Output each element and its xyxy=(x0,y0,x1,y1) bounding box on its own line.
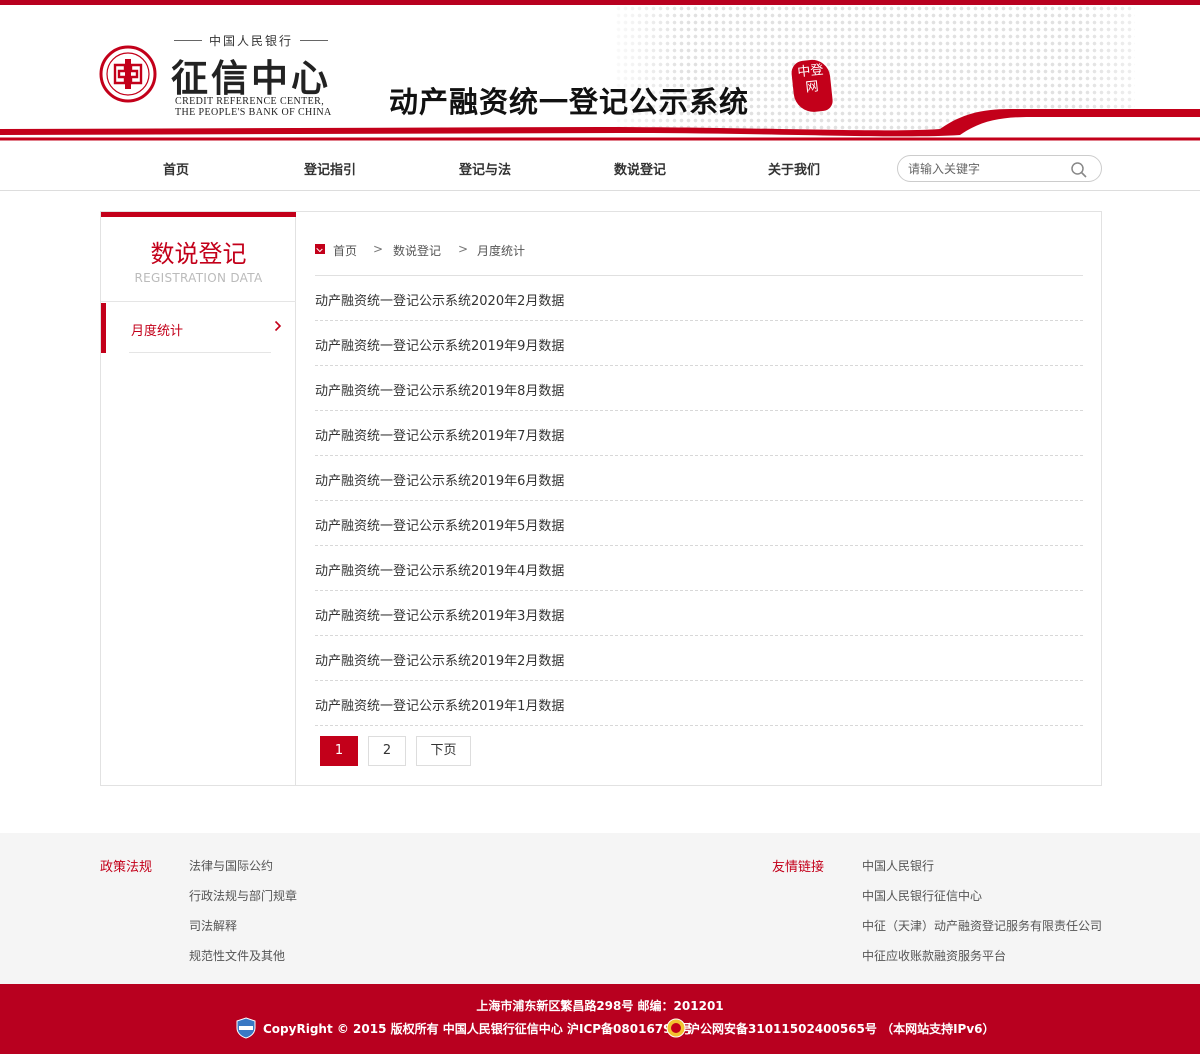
sidebar-title: 数说登记 xyxy=(150,240,247,268)
nav-data[interactable]: 数说登记 xyxy=(614,159,666,178)
sidebar: 数说登记 REGISTRATION DATA 月度统计 xyxy=(101,212,296,785)
footer-policy-link[interactable]: 司法解释 xyxy=(189,917,237,934)
list-item: 动产融资统一登记公示系统2019年8月数据 xyxy=(315,366,1083,411)
site-header: 中国人民银行 征信中心 CREDIT REFERENCE CENTER, THE… xyxy=(0,5,1200,145)
pbc-logo-icon[interactable] xyxy=(99,45,157,103)
list-item-link[interactable]: 动产融资统一登记公示系统2019年5月数据 xyxy=(315,515,564,534)
sidebar-item-label: 月度统计 xyxy=(131,324,184,339)
footer-policy-heading: 政策法规 xyxy=(100,860,153,875)
content-panel: 数说登记 REGISTRATION DATA 月度统计 首页 > 数说登记 > … xyxy=(100,211,1102,786)
search-icon[interactable] xyxy=(1070,161,1088,179)
logo-title[interactable]: 征信中心 xyxy=(171,48,331,102)
page-button-2[interactable]: 2 xyxy=(368,736,406,766)
list-item: 动产融资统一登记公示系统2019年2月数据 xyxy=(315,636,1083,681)
list-item-link[interactable]: 动产融资统一登记公示系统2019年8月数据 xyxy=(315,380,564,399)
list-item: 动产融资统一登记公示系统2019年9月数据 xyxy=(315,321,1083,366)
footer-links: 政策法规 法律与国际公约 行政法规与部门规章 司法解释 规范性文件及其他 友情链… xyxy=(0,833,1200,984)
list-item-link[interactable]: 动产融资统一登记公示系统2019年2月数据 xyxy=(315,650,564,669)
list-item: 动产融资统一登记公示系统2019年6月数据 xyxy=(315,456,1083,501)
list-item: 动产融资统一登记公示系统2019年5月数据 xyxy=(315,501,1083,546)
footer-policy-link[interactable]: 行政法规与部门规章 xyxy=(189,887,297,904)
breadcrumb-data[interactable]: 数说登记 xyxy=(393,242,441,259)
list-item: 动产融资统一登记公示系统2019年7月数据 xyxy=(315,411,1083,456)
footer-copyright: CopyRight © 2015 版权所有 中国人民银行征信中心 沪ICP备08… xyxy=(263,1022,692,1036)
list-item-link[interactable]: 动产融资统一登记公示系统2019年6月数据 xyxy=(315,470,564,489)
list-item-link[interactable]: 动产融资统一登记公示系统2019年7月数据 xyxy=(315,425,564,444)
search-box xyxy=(897,155,1102,182)
police-emblem-icon[interactable] xyxy=(666,1018,686,1038)
breadcrumb-home[interactable]: 首页 xyxy=(333,242,357,259)
footer-policy-link[interactable]: 规范性文件及其他 xyxy=(189,947,285,964)
footer-bottom: 上海市浦东新区繁昌路298号 邮编：201201 CopyRight © 201… xyxy=(0,984,1200,1054)
chevron-right-icon xyxy=(274,320,282,332)
sidebar-subtitle: REGISTRATION DATA xyxy=(134,271,263,285)
home-marker-icon xyxy=(315,244,325,254)
trust-badge-icon[interactable] xyxy=(236,1017,256,1039)
search-input[interactable] xyxy=(908,161,1068,177)
nav-law[interactable]: 登记与法 xyxy=(459,159,511,178)
next-page-button[interactable]: 下页 xyxy=(416,736,471,766)
nav-guide[interactable]: 登记指引 xyxy=(304,159,356,178)
nav-about[interactable]: 关于我们 xyxy=(768,159,820,178)
footer-friend-link[interactable]: 中征（天津）动产融资登记服务有限责任公司 xyxy=(862,917,1102,934)
list-item: 动产融资统一登记公示系统2019年4月数据 xyxy=(315,546,1083,591)
footer-friend-link[interactable]: 中征应收账款融资服务平台 xyxy=(862,947,1006,964)
logo-org-name: 中国人民银行 xyxy=(172,32,330,49)
nav-home[interactable]: 首页 xyxy=(163,159,189,178)
list-item-link[interactable]: 动产融资统一登记公示系统2019年1月数据 xyxy=(315,695,564,714)
sidebar-item-monthly-stats[interactable]: 月度统计 xyxy=(101,303,296,353)
breadcrumb-separator-icon: > xyxy=(373,242,384,256)
list-item-link[interactable]: 动产融资统一登记公示系统2019年9月数据 xyxy=(315,335,564,354)
footer-police-record[interactable]: 沪公网安备31011502400565号 （本网站支持IPv6） xyxy=(688,1020,995,1037)
list-item-link[interactable]: 动产融资统一登记公示系统2020年2月数据 xyxy=(315,290,564,309)
breadcrumb-current: 月度统计 xyxy=(477,244,526,258)
list-item: 动产融资统一登记公示系统2019年3月数据 xyxy=(315,591,1083,636)
data-list: 动产融资统一登记公示系统2020年2月数据 动产融资统一登记公示系统2019年9… xyxy=(315,276,1083,726)
page-button-1[interactable]: 1 xyxy=(320,736,358,766)
list-item-link[interactable]: 动产融资统一登记公示系统2019年3月数据 xyxy=(315,605,564,624)
footer-policy-link[interactable]: 法律与国际公约 xyxy=(189,857,273,874)
list-item: 动产融资统一登记公示系统2020年2月数据 xyxy=(315,276,1083,321)
footer-friend-link[interactable]: 中国人民银行征信中心 xyxy=(862,887,982,904)
header-wave-decoration xyxy=(0,109,1200,145)
footer-friend-link[interactable]: 中国人民银行 xyxy=(862,857,934,874)
breadcrumb-separator-icon: > xyxy=(458,242,469,256)
list-item: 动产融资统一登记公示系统2019年1月数据 xyxy=(315,681,1083,726)
footer-friends-heading: 友情链接 xyxy=(772,860,825,875)
footer-address: 上海市浦东新区繁昌路298号 邮编：201201 xyxy=(476,999,724,1013)
main-nav: 首页 登记指引 登记与法 数说登记 关于我们 xyxy=(0,145,1200,191)
list-item-link[interactable]: 动产融资统一登记公示系统2019年4月数据 xyxy=(315,560,564,579)
